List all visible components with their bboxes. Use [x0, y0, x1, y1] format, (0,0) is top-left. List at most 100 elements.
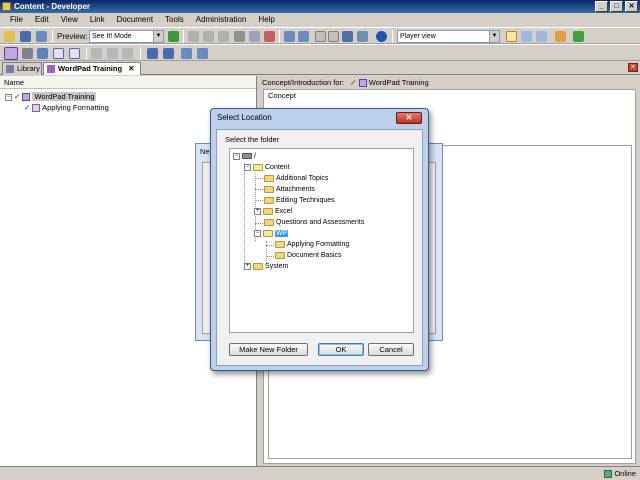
layout-split-h-icon[interactable] [521, 31, 532, 42]
layout-single-icon[interactable] [506, 31, 517, 42]
tab-library[interactable]: Library [2, 62, 42, 75]
paste-icon[interactable] [218, 31, 229, 42]
spell-check-icon[interactable] [357, 31, 368, 42]
promote-icon[interactable] [181, 48, 192, 59]
tree-item-applying-formatting[interactable]: ✓ Applying Formatting [24, 102, 109, 113]
document-icon[interactable] [4, 47, 18, 60]
open-icon[interactable] [4, 31, 15, 42]
folder-document-basics[interactable]: Document Basics [275, 250, 341, 261]
window-title: Content - Developer [14, 2, 91, 11]
binoculars-icon[interactable] [342, 31, 353, 42]
concept-header-doc: WordPad Training [368, 78, 429, 87]
folder-label: WP [275, 230, 289, 237]
maximize-button[interactable]: □ [610, 1, 623, 12]
collapse-icon[interactable]: − [254, 229, 261, 237]
indent-icon[interactable] [147, 48, 158, 59]
select-location-dialog: Select Location ✕ Select the folder − / −… [210, 108, 429, 371]
menu-tools[interactable]: Tools [159, 13, 190, 27]
checkmark-icon: ✓ [350, 78, 357, 87]
copy-icon[interactable] [203, 31, 214, 42]
menu-link[interactable]: Link [84, 13, 111, 27]
folder-open-icon [253, 163, 263, 171]
collapse-icon[interactable]: − [5, 93, 12, 101]
link-icon[interactable] [91, 48, 102, 59]
properties-icon[interactable] [249, 31, 260, 42]
collapse-icon[interactable] [315, 31, 326, 42]
delete-icon[interactable] [234, 31, 245, 42]
section-icon[interactable] [37, 48, 48, 59]
folder-icon [253, 262, 263, 270]
folder-content[interactable]: − Content [244, 162, 290, 173]
cancel-button[interactable]: Cancel [368, 343, 414, 356]
question-icon[interactable] [69, 48, 80, 59]
library-icon [6, 65, 14, 73]
document-icon [358, 79, 367, 88]
save-icon[interactable] [20, 31, 31, 42]
folder-tree[interactable]: − / − Content Additional Topics Attachment… [229, 148, 414, 333]
redo-icon[interactable] [298, 31, 309, 42]
help-icon[interactable] [376, 31, 387, 42]
tab-wordpad-training[interactable]: WordPad Training ✕ [43, 62, 141, 75]
close-document-button[interactable]: ✕ [628, 63, 638, 72]
save-all-icon[interactable] [36, 31, 47, 42]
network-icon [604, 470, 612, 478]
menu-edit[interactable]: Edit [29, 13, 55, 27]
secondary-toolbar [0, 44, 640, 61]
player-view-value: Player view [400, 33, 436, 40]
close-icon[interactable]: ✕ [128, 64, 134, 73]
go-icon[interactable] [168, 31, 179, 42]
menu-file[interactable]: File [4, 13, 29, 27]
publish-icon[interactable] [555, 31, 566, 42]
make-new-folder-button[interactable]: Make New Folder [229, 343, 308, 356]
move-down-icon[interactable] [122, 48, 133, 59]
undo-icon[interactable] [284, 31, 295, 42]
tab-label: WordPad Training [58, 64, 123, 73]
outdent-icon[interactable] [163, 48, 174, 59]
folder-icon [275, 240, 285, 248]
dialog-prompt: Select the folder [225, 135, 280, 144]
folder-system[interactable]: + System [244, 261, 288, 272]
folder-additional-topics[interactable]: Additional Topics [264, 173, 328, 184]
topic-icon[interactable] [53, 48, 64, 59]
chevron-down-icon: ▼ [489, 31, 499, 42]
move-right-icon[interactable] [107, 48, 118, 59]
folder-applying-formatting[interactable]: Applying Formatting [275, 239, 349, 250]
expand-icon[interactable]: + [254, 207, 261, 215]
demote-icon[interactable] [197, 48, 208, 59]
dialog-body: Select the folder − / − Content Additional… [216, 129, 423, 366]
ok-button[interactable]: OK [318, 343, 364, 356]
dialog-close-button[interactable]: ✕ [396, 112, 422, 124]
new-item-dialog-title: Ne [200, 147, 210, 156]
folder-attachments[interactable]: Attachments [264, 184, 315, 195]
folder-wp[interactable]: − WP [254, 228, 289, 239]
name-column-header[interactable]: Name [0, 76, 256, 89]
document-tabs: Library WordPad Training ✕ ✕ [0, 61, 640, 75]
find-icon[interactable] [264, 31, 275, 42]
tree-item-wordpad-training[interactable]: − ✓ WordPad Training [5, 91, 97, 102]
folder-questions-and-assessments[interactable]: Questions and Assessments [264, 217, 364, 228]
preview-label: Preview: [57, 32, 88, 41]
folder-label: Questions and Assessments [276, 219, 365, 226]
preview-mode-select[interactable]: See It! Mode ▼ [89, 30, 164, 43]
collapse-icon[interactable]: − [233, 152, 240, 160]
folder-root[interactable]: − / [233, 151, 256, 162]
menu-administration[interactable]: Administration [190, 13, 253, 27]
module-icon[interactable] [22, 48, 33, 59]
menu-help[interactable]: Help [252, 13, 280, 27]
folder-excel[interactable]: + Excel [254, 206, 292, 217]
player-view-select[interactable]: Player view ▼ [397, 30, 500, 43]
menu-document[interactable]: Document [111, 13, 159, 27]
layout-split-v-icon[interactable] [536, 31, 547, 42]
concept-label: Concept [268, 91, 296, 100]
collapse-icon[interactable]: − [244, 163, 251, 171]
window-controls: _ □ ✕ [595, 1, 638, 12]
close-window-button[interactable]: ✕ [625, 1, 638, 12]
cut-icon[interactable] [188, 31, 199, 42]
status-text: Online [614, 469, 636, 478]
refresh-icon[interactable] [573, 31, 584, 42]
minimize-button[interactable]: _ [595, 1, 608, 12]
menu-view[interactable]: View [55, 13, 84, 27]
expand-icon[interactable] [328, 31, 339, 42]
expand-icon[interactable]: + [244, 262, 251, 270]
folder-editing-techniques[interactable]: Editing Techniques [264, 195, 335, 206]
